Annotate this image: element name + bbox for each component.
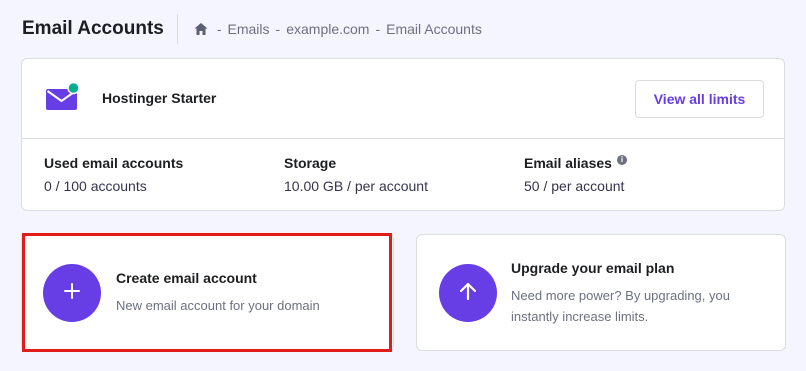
stat-email-aliases: Email aliases i 50 / per account	[524, 155, 627, 194]
stat-value: 10.00 GB / per account	[284, 178, 428, 194]
stat-value: 0 / 100 accounts	[44, 178, 147, 194]
stat-label: Storage	[284, 155, 428, 171]
create-email-account-card[interactable]: Create email account New email account f…	[21, 234, 394, 351]
stat-value: 50 / per account	[524, 178, 625, 194]
stat-label-text: Email aliases	[524, 155, 612, 171]
card-description: New email account for your domain	[116, 298, 320, 313]
home-icon[interactable]	[193, 21, 209, 37]
breadcrumb-separator: -	[216, 21, 222, 37]
breadcrumb-separator: -	[275, 21, 281, 37]
page-header: Email Accounts - Emails - example.com - …	[22, 14, 482, 44]
stat-label: Email aliases i	[524, 155, 627, 171]
create-account-button[interactable]	[43, 264, 101, 322]
plan-card-header: Hostinger Starter View all limits	[22, 59, 784, 139]
breadcrumb: - Emails - example.com - Email Accounts	[193, 21, 482, 37]
stat-storage: Storage 10.00 GB / per account	[284, 155, 428, 194]
upgrade-plan-button[interactable]	[439, 264, 497, 322]
view-all-limits-button[interactable]: View all limits	[635, 80, 764, 118]
breadcrumb-item-current: Email Accounts	[386, 21, 482, 37]
card-title: Create email account	[116, 270, 257, 286]
breadcrumb-item-domain[interactable]: example.com	[286, 21, 369, 37]
plan-card: Hostinger Starter View all limits Used e…	[21, 58, 785, 211]
header-divider	[176, 14, 178, 44]
plan-name: Hostinger Starter	[102, 90, 217, 106]
breadcrumb-separator: -	[375, 21, 381, 37]
arrow-up-icon	[457, 280, 479, 307]
breadcrumb-item-emails[interactable]: Emails	[228, 21, 270, 37]
page-title: Email Accounts	[22, 18, 164, 39]
stat-label: Used email accounts	[44, 155, 183, 171]
email-accounts-page: Email Accounts - Emails - example.com - …	[0, 0, 806, 371]
stat-label-text: Storage	[284, 155, 337, 171]
plus-icon	[63, 282, 81, 305]
info-icon[interactable]: i	[616, 155, 627, 165]
card-description: Need more power? By upgrading, you insta…	[511, 288, 730, 324]
card-title: Upgrade your email plan	[511, 260, 675, 276]
mail-icon	[46, 81, 80, 112]
stat-label-text: Used email accounts	[44, 155, 184, 171]
upgrade-email-plan-card[interactable]: Upgrade your email plan Need more power?…	[416, 234, 786, 351]
stat-used-accounts: Used email accounts 0 / 100 accounts	[44, 155, 183, 194]
